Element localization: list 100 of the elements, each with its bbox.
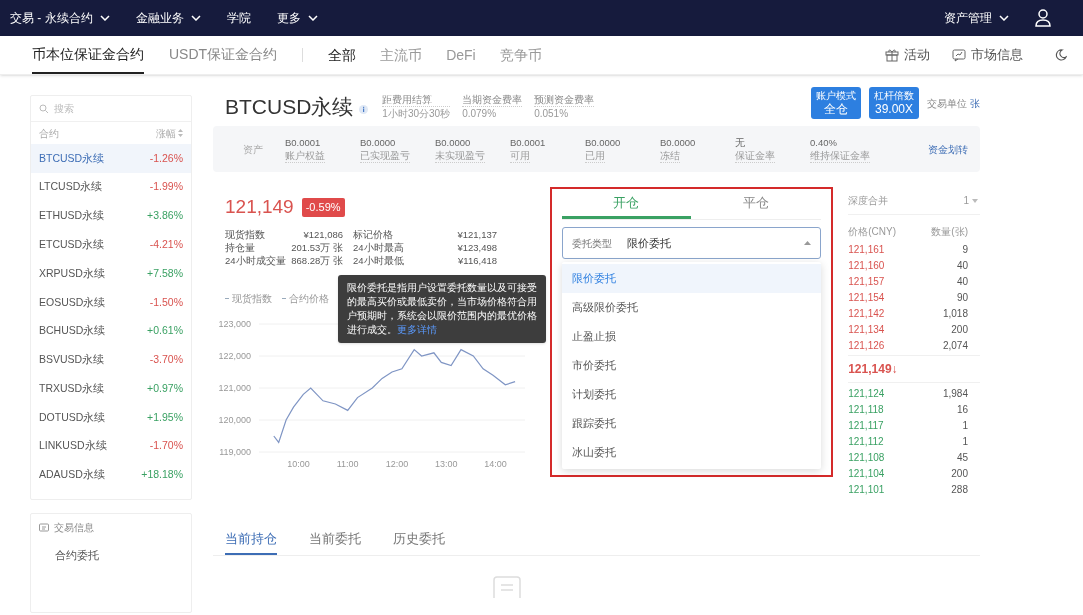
mode-button[interactable]: 杠杆倍数 39.00X: [869, 87, 919, 119]
contract-list-item[interactable]: TRXUSD永续 +0.97%: [31, 374, 191, 404]
axis-tick-label: 12:00: [385, 458, 409, 469]
asset-name: 维持保证金率: [810, 148, 870, 163]
search-field[interactable]: 搜索: [54, 101, 164, 116]
price-cell-text: 121,118: [848, 402, 884, 417]
price-cell-text: 121,126: [848, 338, 885, 353]
stat-label: 24小时最低: [353, 253, 405, 267]
stat-label: 预测资金费率: [534, 93, 595, 107]
caret-icon: [804, 241, 812, 245]
asset-label: 资产: [243, 142, 263, 157]
info-icon: [359, 105, 369, 114]
more-details-link[interactable]: 更多详情: [397, 324, 437, 335]
asset-name: 已实现盈亏: [360, 148, 410, 163]
axis-tick-label: 11:00: [336, 458, 359, 469]
contract-list-item[interactable]: XRPUSD永续 +7.58%: [31, 259, 191, 288]
empty-document-icon: [492, 576, 521, 598]
contract-name: LINKUSD永续: [39, 438, 107, 454]
contract-list-item[interactable]: DOTUSD永续 +1.95%: [31, 403, 191, 432]
dropdown-option[interactable]: 限价委托: [561, 264, 822, 293]
contract-name: BSVUSD永续: [39, 352, 105, 368]
stat-value: ¥121,086: [302, 227, 344, 241]
position-tab[interactable]: 当前委托: [309, 525, 361, 555]
dropdown-option[interactable]: 冰山委托: [561, 438, 822, 467]
nav-menu-item[interactable]: 资产管理: [944, 9, 1009, 27]
stat-label: 现货指数: [225, 227, 266, 241]
nav-menu-item[interactable]: 金融业务: [135, 9, 201, 27]
asset-name: 可用: [510, 148, 530, 163]
amount-cell-text: 200: [951, 466, 968, 481]
info-link[interactable]: 合约委托: [39, 547, 183, 564]
column-header: 合约: [39, 126, 59, 141]
stat-label: 距费用结算: [382, 93, 451, 107]
card-title: 交易信息: [54, 521, 94, 535]
stat-value: 1小时30分30秒: [382, 107, 451, 120]
contract-name: XRPUSD永续: [39, 265, 105, 281]
dropdown-option[interactable]: 跟踪委托: [561, 409, 822, 438]
search-icon: [39, 103, 49, 114]
sort-icon: [178, 129, 183, 137]
contract-list-item[interactable]: BSVUSD永续 -3.70%: [31, 345, 191, 375]
contract-list-item[interactable]: LTCUSD永续 -1.99%: [31, 172, 191, 202]
amount-cell-text: 9: [962, 242, 968, 257]
asset-value: B0.0000: [435, 135, 472, 149]
market-tab[interactable]: USDT保证金合约: [169, 36, 278, 74]
dropdown-option[interactable]: 计划委托: [561, 380, 822, 409]
column-header: 涨幅: [156, 126, 176, 141]
contract-list-item[interactable]: ETHUSD永续 +3.86%: [31, 201, 191, 231]
change-value: +0.97%: [147, 380, 183, 396]
amount-cell-text: 1: [962, 418, 968, 433]
position-tab[interactable]: 当前持仓: [225, 525, 277, 555]
change-value: -4.21%: [149, 236, 183, 252]
asset-value: B0.0000: [585, 135, 622, 149]
last-price: 121,149↓: [848, 361, 898, 378]
position-tab[interactable]: 历史委托: [393, 525, 445, 555]
amount-cell-text: 90: [956, 290, 968, 305]
amount-cell-text: 40: [956, 274, 968, 289]
nav-menu-item[interactable]: 学院: [226, 9, 251, 27]
stat-value: 868.28万 张: [290, 253, 344, 267]
dropdown-option[interactable]: 高级限价委托: [561, 293, 822, 322]
contract-name: BCHUSD永续: [39, 323, 106, 339]
nav-menu-item[interactable]: 更多: [276, 9, 318, 27]
legend-label: 现货指数: [232, 291, 272, 306]
filter-tab[interactable]: 全部: [328, 44, 357, 66]
stat-value: ¥116,418: [457, 253, 497, 267]
amount-cell-text: 288: [951, 482, 968, 497]
header-link[interactable]: 市场信息: [952, 45, 1023, 65]
dropdown-option[interactable]: 止盈止损: [561, 322, 822, 351]
order-tab[interactable]: 平仓: [691, 189, 822, 219]
price-cell-text: 121,112: [848, 434, 884, 449]
axis-tick-label: 121,000: [218, 382, 251, 393]
asset-value: 无: [735, 135, 746, 149]
stat-value: 201.53万 张: [290, 240, 344, 254]
amount-cell-text: 40: [956, 258, 968, 273]
order-type-select[interactable]: 委托类型 限价委托: [561, 227, 822, 259]
transfer-link[interactable]: 资金划转: [928, 141, 968, 157]
contract-list-item[interactable]: ADAUSD永续 +18.18%: [31, 460, 191, 490]
contract-list-item[interactable]: LINKUSD永续 -1.70%: [31, 431, 191, 461]
price-cell-text: 121,104: [848, 466, 885, 481]
chevron-down-icon: [99, 15, 110, 21]
contract-list-item[interactable]: BCHUSD永续 +0.61%: [31, 316, 191, 346]
change-value: -1.50%: [149, 294, 183, 310]
stat-value: ¥121,137: [456, 227, 497, 241]
market-tab[interactable]: 币本位保证金合约: [32, 36, 144, 74]
header-link[interactable]: 活动: [885, 45, 930, 65]
price-cell-text: 121,157: [848, 274, 885, 289]
price-cell-text: 121,108: [848, 450, 885, 465]
contract-list-item[interactable]: EOSUSD永续 -1.50%: [31, 288, 191, 317]
change-value: -1.70%: [149, 438, 183, 454]
contract-list-item[interactable]: ETCUSD永续 -4.21%: [31, 230, 191, 260]
contract-list-item[interactable]: BTCUSD永续 -1.26%: [31, 144, 191, 173]
axis-tick-label: 120,000: [218, 414, 251, 425]
chevron-down-icon: [999, 15, 1009, 21]
contract-name: LTCUSD永续: [39, 179, 103, 195]
amount-cell-text: 45: [956, 450, 968, 465]
amount-cell-text: 16: [956, 402, 968, 417]
change-value: -1.26%: [149, 150, 183, 166]
unit-link[interactable]: 张: [970, 96, 980, 111]
dropdown-option[interactable]: 市价委托: [561, 351, 822, 380]
change-value: +3.86%: [147, 208, 183, 224]
nav-menu-item[interactable]: 交易 - 永续合约: [10, 9, 110, 27]
mode-button[interactable]: 账户模式 全仓: [811, 87, 861, 119]
